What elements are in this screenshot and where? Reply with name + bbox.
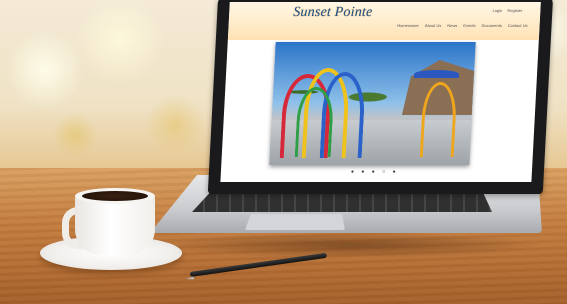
nav-item-contact[interactable]: Contact Us bbox=[508, 23, 528, 28]
nav-item-about[interactable]: About Us bbox=[425, 23, 442, 28]
login-link[interactable]: Login bbox=[492, 8, 502, 13]
site-logo[interactable]: Sunset Pointe bbox=[293, 5, 373, 21]
nav-item-events[interactable]: Events bbox=[463, 23, 475, 28]
laptop-trackpad bbox=[245, 214, 345, 230]
nav-item-documents[interactable]: Documents bbox=[481, 23, 501, 28]
laptop-shadow bbox=[160, 232, 540, 258]
photo-canopy bbox=[413, 70, 460, 78]
slideshow-pager[interactable]: ● ● ● ○ ● bbox=[351, 169, 399, 175]
nav-item-homeowner[interactable]: Homeowner bbox=[397, 23, 419, 28]
laptop-lid: Sunset Pointe Login Register Homeowner A… bbox=[207, 0, 554, 194]
nav-item-news[interactable]: News bbox=[447, 23, 457, 28]
site-nav: Homeowner About Us News Events Documents… bbox=[397, 23, 528, 28]
register-link[interactable]: Register bbox=[507, 8, 522, 13]
website-header: Sunset Pointe Login Register Homeowner A… bbox=[227, 2, 541, 40]
auth-links: Login Register bbox=[488, 8, 522, 13]
laptop-screen: Sunset Pointe Login Register Homeowner A… bbox=[220, 2, 541, 182]
coffee-liquid bbox=[82, 191, 148, 201]
hero-photo-splash-pad bbox=[269, 42, 476, 165]
